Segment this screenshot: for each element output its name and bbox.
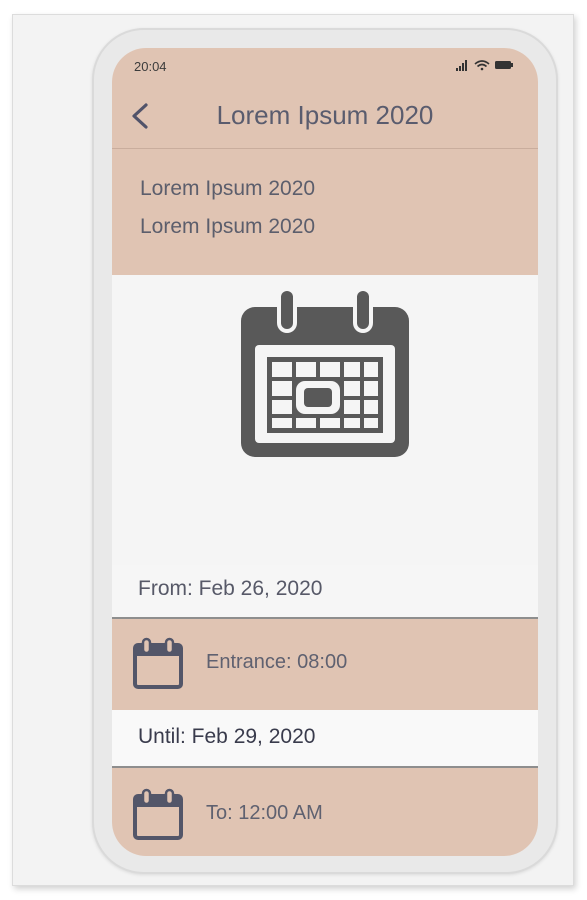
hero-section [112,275,538,565]
calendar-icon [133,637,183,689]
info-line-1: Lorem Ipsum 2020 [140,177,316,200]
to-time-label: To: 12:00 AM [206,802,323,824]
from-date-label: From: Feb 26, 2020 [138,577,323,600]
page-title: Lorem Ipsum 2020 [216,100,434,130]
until-date-label: Until: Feb 29, 2020 [138,725,316,748]
entrance-time-row[interactable]: Entrance: 08:00 [112,619,538,710]
battery-icon [495,61,513,69]
status-bar: 20:04 [112,48,538,86]
calendar-icon [133,788,183,840]
app-header: Lorem Ipsum 2020 [112,86,538,149]
signal-icon [456,60,467,71]
info-section: Lorem Ipsum 2020 Lorem Ipsum 2020 [112,149,538,275]
from-date-row[interactable]: From: Feb 26, 2020 [112,565,538,619]
phone-screen: 20:04 Lorem Ipsum 2020 Lorem Ipsum 2020 … [112,48,538,856]
to-time-row[interactable]: To: 12:00 AM [112,768,538,856]
info-line-2: Lorem Ipsum 2020 [140,215,316,238]
status-time: 20:04 [134,59,167,74]
calendar-icon [241,287,409,457]
until-date-row[interactable]: Until: Feb 29, 2020 [112,710,538,768]
status-icons [454,58,516,77]
wifi-icon [474,60,490,71]
entrance-time-label: Entrance: 08:00 [206,651,348,673]
